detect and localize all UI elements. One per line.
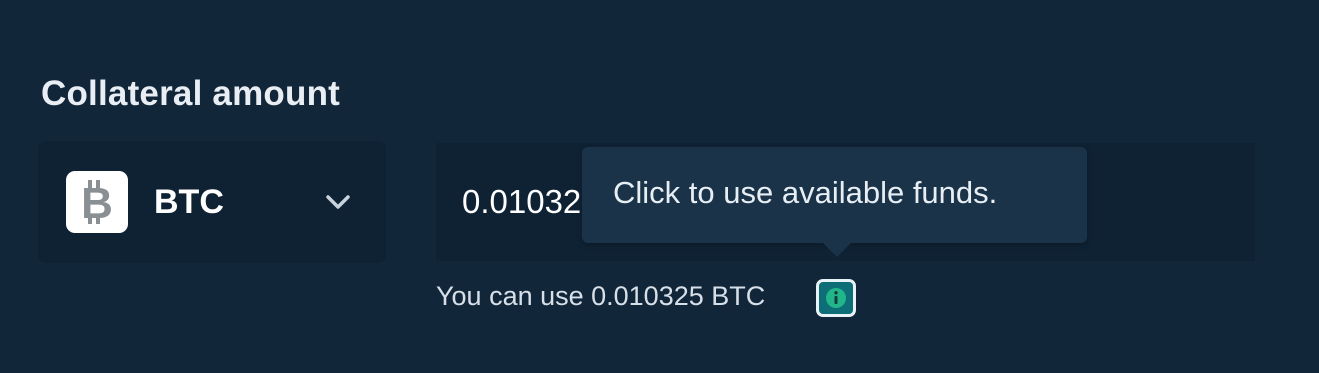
collateral-amount-label: Collateral amount [41,74,341,113]
currency-select[interactable]: B BTC [38,141,386,263]
bitcoin-logo-icon: B [66,171,128,233]
available-funds-text[interactable]: You can use 0.010325 BTC [436,281,765,312]
info-icon [826,288,846,308]
use-available-funds-button[interactable] [816,279,856,317]
available-funds-tooltip: Click to use available funds. [582,147,1087,257]
tooltip-text: Click to use available funds. [613,175,998,210]
chevron-down-icon [326,195,350,209]
currency-select-value: BTC [154,183,224,221]
tooltip-arrow [823,243,851,257]
